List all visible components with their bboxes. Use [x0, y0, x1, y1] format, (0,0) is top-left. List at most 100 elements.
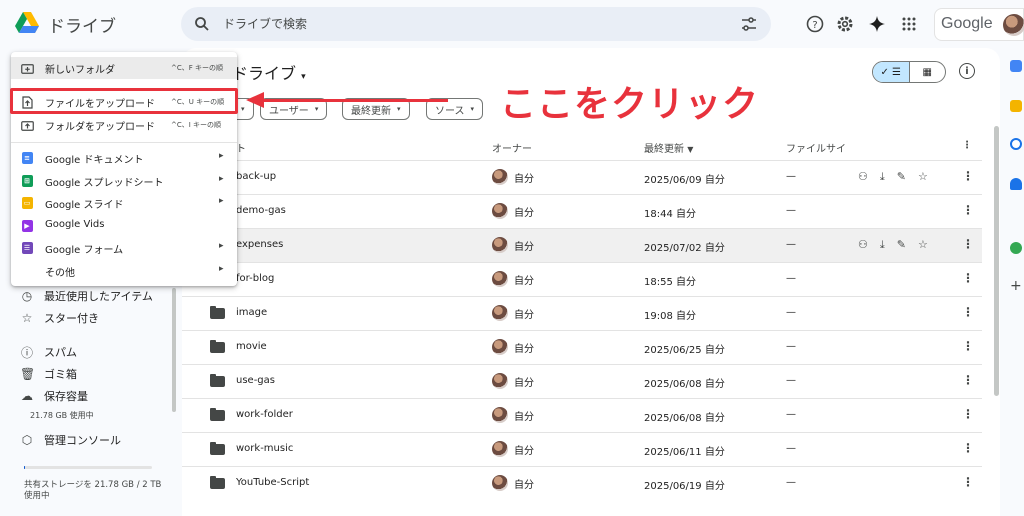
new-folder-icon: [20, 61, 34, 75]
table-row[interactable]: back-up 自分 2025/06/09 自分 — ⚇ ⤓ ✎ ☆ ⋮: [182, 160, 982, 194]
menu-item-google-vids[interactable]: ▶ Google Vids: [11, 215, 237, 237]
keep-icon[interactable]: [1010, 100, 1022, 112]
list-view-button[interactable]: ✓ ☰: [873, 62, 910, 82]
file-name[interactable]: demo-gas: [236, 205, 286, 216]
rename-icon[interactable]: ✎: [897, 238, 906, 252]
avatar[interactable]: [1003, 14, 1024, 36]
star-icon[interactable]: ☆: [918, 170, 928, 184]
more-actions-icon[interactable]: ⋮: [962, 203, 974, 217]
sidebar-item-admin-console[interactable]: ⬡ 管理コンソール: [20, 430, 121, 450]
search-icon[interactable]: [194, 16, 210, 32]
gemini-sparkle-icon[interactable]: [866, 13, 888, 35]
modified-cell: 18:44 自分: [644, 209, 696, 220]
side-panel-strip: +: [1006, 48, 1024, 516]
more-actions-icon[interactable]: ⋮: [962, 271, 974, 285]
file-name[interactable]: expenses: [236, 239, 283, 250]
column-header-owner[interactable]: オーナー: [492, 140, 532, 155]
account-switcher[interactable]: Google: [934, 8, 1024, 41]
avatar: [492, 271, 508, 287]
column-header-name[interactable]: ト: [236, 140, 246, 155]
table-row[interactable]: demo-gas 自分 18:44 自分 — ⋮: [182, 194, 982, 228]
menu-item-google-forms[interactable]: ☰ Google フォーム ▸: [11, 237, 237, 259]
menu-item-more[interactable]: その他 ▸: [11, 260, 237, 282]
file-name[interactable]: image: [236, 307, 267, 318]
sidebar-item-spam[interactable]: ⓘ スパム: [20, 342, 77, 362]
calendar-icon[interactable]: [1010, 60, 1022, 72]
download-icon[interactable]: ⤓: [880, 170, 885, 184]
modified-cell: 2025/06/09 自分: [644, 175, 725, 186]
table-row[interactable]: expenses 自分 2025/07/02 自分 — ⚇ ⤓ ✎ ☆ ⋮: [182, 228, 982, 262]
file-name[interactable]: work-music: [236, 443, 293, 454]
chevron-down-icon: ▾: [314, 105, 319, 113]
more-actions-icon[interactable]: ⋮: [962, 339, 974, 353]
size-cell: —: [786, 239, 796, 250]
menu-item-label: Google スライド: [45, 200, 124, 211]
grid-view-button[interactable]: ▦: [910, 62, 946, 82]
menu-item-google-slides[interactable]: ▭ Google スライド ▸: [11, 192, 237, 214]
file-name[interactable]: movie: [236, 341, 267, 352]
table-row[interactable]: work-music 自分 2025/06/11 自分 — ⋮: [182, 432, 982, 466]
table-row[interactable]: movie 自分 2025/06/25 自分 — ⋮: [182, 330, 982, 364]
page-title[interactable]: ドライブ ▾: [232, 60, 306, 84]
more-actions-icon[interactable]: ⋮: [962, 169, 974, 183]
chevron-down-icon: ▾: [241, 105, 245, 113]
settings-gear-icon[interactable]: [834, 13, 856, 35]
sidebar-item-trash[interactable]: 🗑 ゴミ箱: [20, 364, 77, 384]
menu-item-label: Google スプレッドシート: [45, 178, 164, 189]
avatar: [492, 373, 508, 389]
more-actions-icon[interactable]: ⋮: [962, 305, 974, 319]
search-options-icon[interactable]: [741, 16, 757, 32]
sidebar-item-label: 保存容量: [44, 390, 88, 403]
add-addon-icon[interactable]: +: [1010, 279, 1024, 294]
sidebar-item-starred[interactable]: ☆ スター付き: [20, 308, 99, 328]
table-row[interactable]: YouTube-Script 自分 2025/06/19 自分 — ⋮: [182, 466, 982, 500]
app-title[interactable]: ドライブ: [48, 12, 116, 37]
info-icon[interactable]: i: [959, 63, 975, 79]
star-icon[interactable]: ☆: [918, 238, 928, 252]
sidebar-item-label: 最近使用したアイテム: [44, 290, 153, 303]
more-actions-icon[interactable]: ⋮: [962, 475, 974, 489]
drive-logo-icon[interactable]: [14, 11, 40, 35]
table-row[interactable]: work-folder 自分 2025/06/08 自分 — ⋮: [182, 398, 982, 432]
trash-icon: 🗑: [20, 367, 36, 381]
more-actions-icon[interactable]: ⋮: [962, 441, 974, 455]
sidebar-item-recent[interactable]: ◷ 最近使用したアイテム: [20, 286, 153, 306]
avatar: [492, 169, 508, 185]
modified-cell: 2025/06/08 自分: [644, 413, 725, 424]
addon-icon[interactable]: [1010, 242, 1022, 254]
more-actions-icon[interactable]: ⋮: [962, 373, 974, 387]
column-header-modified[interactable]: 最終更新 ▼: [644, 140, 693, 155]
file-name[interactable]: for-blog: [236, 273, 274, 284]
size-cell: —: [786, 443, 796, 454]
download-icon[interactable]: ⤓: [880, 238, 885, 252]
apps-grid-icon[interactable]: [898, 13, 920, 35]
size-cell: —: [786, 409, 796, 420]
contacts-icon[interactable]: [1010, 178, 1022, 190]
search-input[interactable]: [223, 15, 703, 33]
menu-item-google-docs[interactable]: ≡ Google ドキュメント ▸: [11, 147, 237, 169]
file-name[interactable]: use-gas: [236, 375, 275, 386]
help-icon[interactable]: ?: [804, 13, 826, 35]
search-bar[interactable]: [181, 7, 771, 41]
share-icon[interactable]: ⚇: [858, 170, 868, 184]
table-row[interactable]: image 自分 19:08 自分 — ⋮: [182, 296, 982, 330]
menu-item-new-folder[interactable]: 新しいフォルダ ^C、F キーの順: [11, 57, 237, 79]
tasks-icon[interactable]: [1010, 138, 1022, 150]
sidebar-item-storage[interactable]: ☁ 保存容量: [20, 386, 88, 406]
file-name[interactable]: work-folder: [236, 409, 293, 420]
menu-item-label: フォルダをアップロード: [45, 122, 155, 133]
main-scrollbar[interactable]: [994, 126, 999, 396]
table-row[interactable]: for-blog 自分 18:55 自分 — ⋮: [182, 262, 982, 296]
column-more-icon[interactable]: ⋮: [962, 140, 972, 151]
file-name[interactable]: back-up: [236, 171, 276, 182]
more-actions-icon[interactable]: ⋮: [962, 237, 974, 251]
column-header-size[interactable]: ファイルサイ: [786, 140, 846, 155]
more-actions-icon[interactable]: ⋮: [962, 407, 974, 421]
rename-icon[interactable]: ✎: [897, 170, 906, 184]
sidebar-scrollbar[interactable]: [172, 288, 176, 412]
table-row[interactable]: use-gas 自分 2025/06/08 自分 — ⋮: [182, 364, 982, 398]
file-name[interactable]: YouTube-Script: [236, 477, 309, 488]
menu-item-google-sheets[interactable]: ⊞ Google スプレッドシート ▸: [11, 170, 237, 192]
menu-item-upload-folder[interactable]: フォルダをアップロード ^C、I キーの順: [11, 114, 237, 136]
share-icon[interactable]: ⚇: [858, 238, 868, 252]
